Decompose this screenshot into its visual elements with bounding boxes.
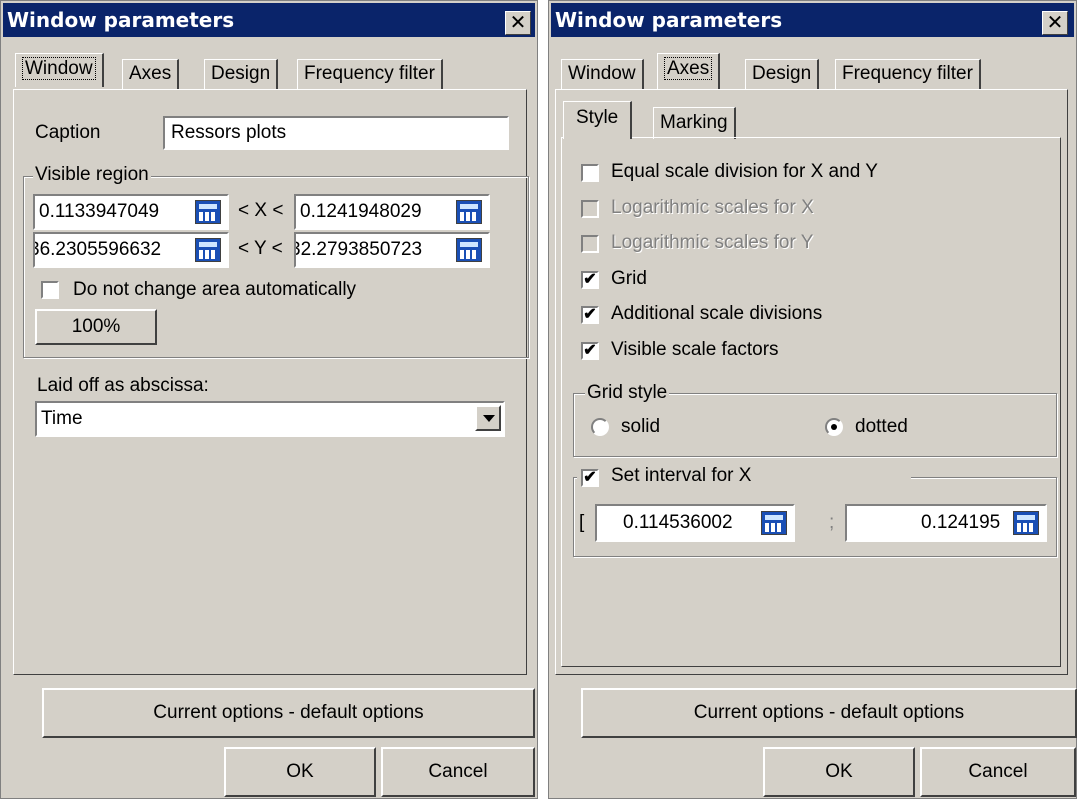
grid-dotted-radio[interactable] <box>825 418 843 436</box>
ok-button[interactable]: OK <box>224 747 376 797</box>
no-change-area-label: Do not change area automatically <box>73 279 357 300</box>
grid-checkbox[interactable]: ✔ <box>581 271 599 289</box>
caption-input[interactable]: Ressors plots <box>163 116 509 150</box>
grid-label: Grid <box>611 268 647 289</box>
cancel-button[interactable]: Cancel <box>381 747 535 797</box>
visible-region-label: Visible region <box>33 164 151 186</box>
log-y-label: Logarithmic scales for Y <box>611 232 814 253</box>
additional-divisions-label: Additional scale divisions <box>611 303 823 324</box>
hundred-percent-button[interactable]: 100% <box>35 309 157 345</box>
close-button[interactable]: ✕ <box>505 11 531 35</box>
y-max-input[interactable]: 32.2793850723 <box>294 232 490 268</box>
default-options-button[interactable]: Current options - default options <box>42 688 535 738</box>
interval-to-input[interactable]: 0.124195 <box>845 504 1047 542</box>
tab-frequency-filter[interactable]: Frequency filter <box>297 59 443 89</box>
grid-dotted-label: dotted <box>855 416 908 437</box>
grid-style-label: Grid style <box>585 382 670 404</box>
title-bar: Window parameters ✕ <box>3 3 535 37</box>
equal-scale-label: Equal scale division for X and Y <box>611 161 878 182</box>
x-min-input[interactable]: 0.1133947049 <box>33 194 229 230</box>
interval-open-bracket: [ <box>579 512 585 533</box>
tab-window[interactable]: Window <box>15 53 104 87</box>
visible-scale-factors-label: Visible scale factors <box>611 339 779 360</box>
calculator-icon[interactable] <box>195 200 221 224</box>
additional-divisions-checkbox[interactable]: ✔ <box>581 306 599 324</box>
chevron-down-icon[interactable] <box>475 405 501 431</box>
log-x-checkbox <box>581 200 599 218</box>
grid-solid-label: solid <box>621 416 661 437</box>
x-range-separator: < X < <box>238 200 284 221</box>
equal-scale-checkbox[interactable] <box>581 164 599 182</box>
caption-label: Caption <box>35 122 101 143</box>
calculator-icon[interactable] <box>195 238 221 262</box>
log-x-label: Logarithmic scales for X <box>611 197 814 218</box>
window-parameters-dialog-left: Window parameters ✕ Window Axes Design F… <box>0 0 538 799</box>
cancel-button[interactable]: Cancel <box>920 747 1076 797</box>
abscissa-label: Laid off as abscissa: <box>37 375 209 396</box>
grid-solid-radio[interactable] <box>591 418 609 436</box>
no-change-area-checkbox[interactable] <box>41 281 59 299</box>
y-min-input[interactable]: 36.2305596632 <box>33 232 229 268</box>
tab-window[interactable]: Window <box>561 59 644 89</box>
default-options-button[interactable]: Current options - default options <box>581 688 1077 738</box>
window-parameters-dialog-right: Window parameters ✕ Window Axes Design F… <box>548 0 1077 799</box>
set-interval-label: Set interval for X <box>611 465 752 486</box>
abscissa-select[interactable]: Time <box>35 401 505 437</box>
subtab-style[interactable]: Style <box>563 101 633 139</box>
tab-axes[interactable]: Axes <box>657 53 721 89</box>
close-icon: ✕ <box>509 10 527 34</box>
calculator-icon[interactable] <box>761 511 787 535</box>
tab-axes[interactable]: Axes <box>122 59 180 89</box>
log-y-checkbox <box>581 235 599 253</box>
visible-scale-factors-checkbox[interactable]: ✔ <box>581 342 599 360</box>
set-interval-checkbox[interactable]: ✔ <box>581 469 599 487</box>
x-max-input[interactable]: 0.1241948029 <box>294 194 490 230</box>
calculator-icon[interactable] <box>1013 511 1039 535</box>
title-bar: Window parameters ✕ <box>551 3 1074 37</box>
tab-frequency-filter[interactable]: Frequency filter <box>835 59 981 89</box>
dialog-title: Window parameters <box>7 8 235 32</box>
tab-design[interactable]: Design <box>204 59 279 89</box>
close-button[interactable]: ✕ <box>1042 11 1068 35</box>
calculator-icon[interactable] <box>456 200 482 224</box>
tab-design[interactable]: Design <box>745 59 820 89</box>
interval-from-input[interactable]: 0.114536002 <box>595 504 795 542</box>
interval-separator: ; <box>829 512 835 533</box>
subtab-marking[interactable]: Marking <box>653 107 736 139</box>
dialog-title: Window parameters <box>555 8 783 32</box>
y-range-separator: < Y < <box>238 238 283 259</box>
calculator-icon[interactable] <box>456 238 482 262</box>
close-icon: ✕ <box>1046 10 1064 34</box>
ok-button[interactable]: OK <box>763 747 915 797</box>
